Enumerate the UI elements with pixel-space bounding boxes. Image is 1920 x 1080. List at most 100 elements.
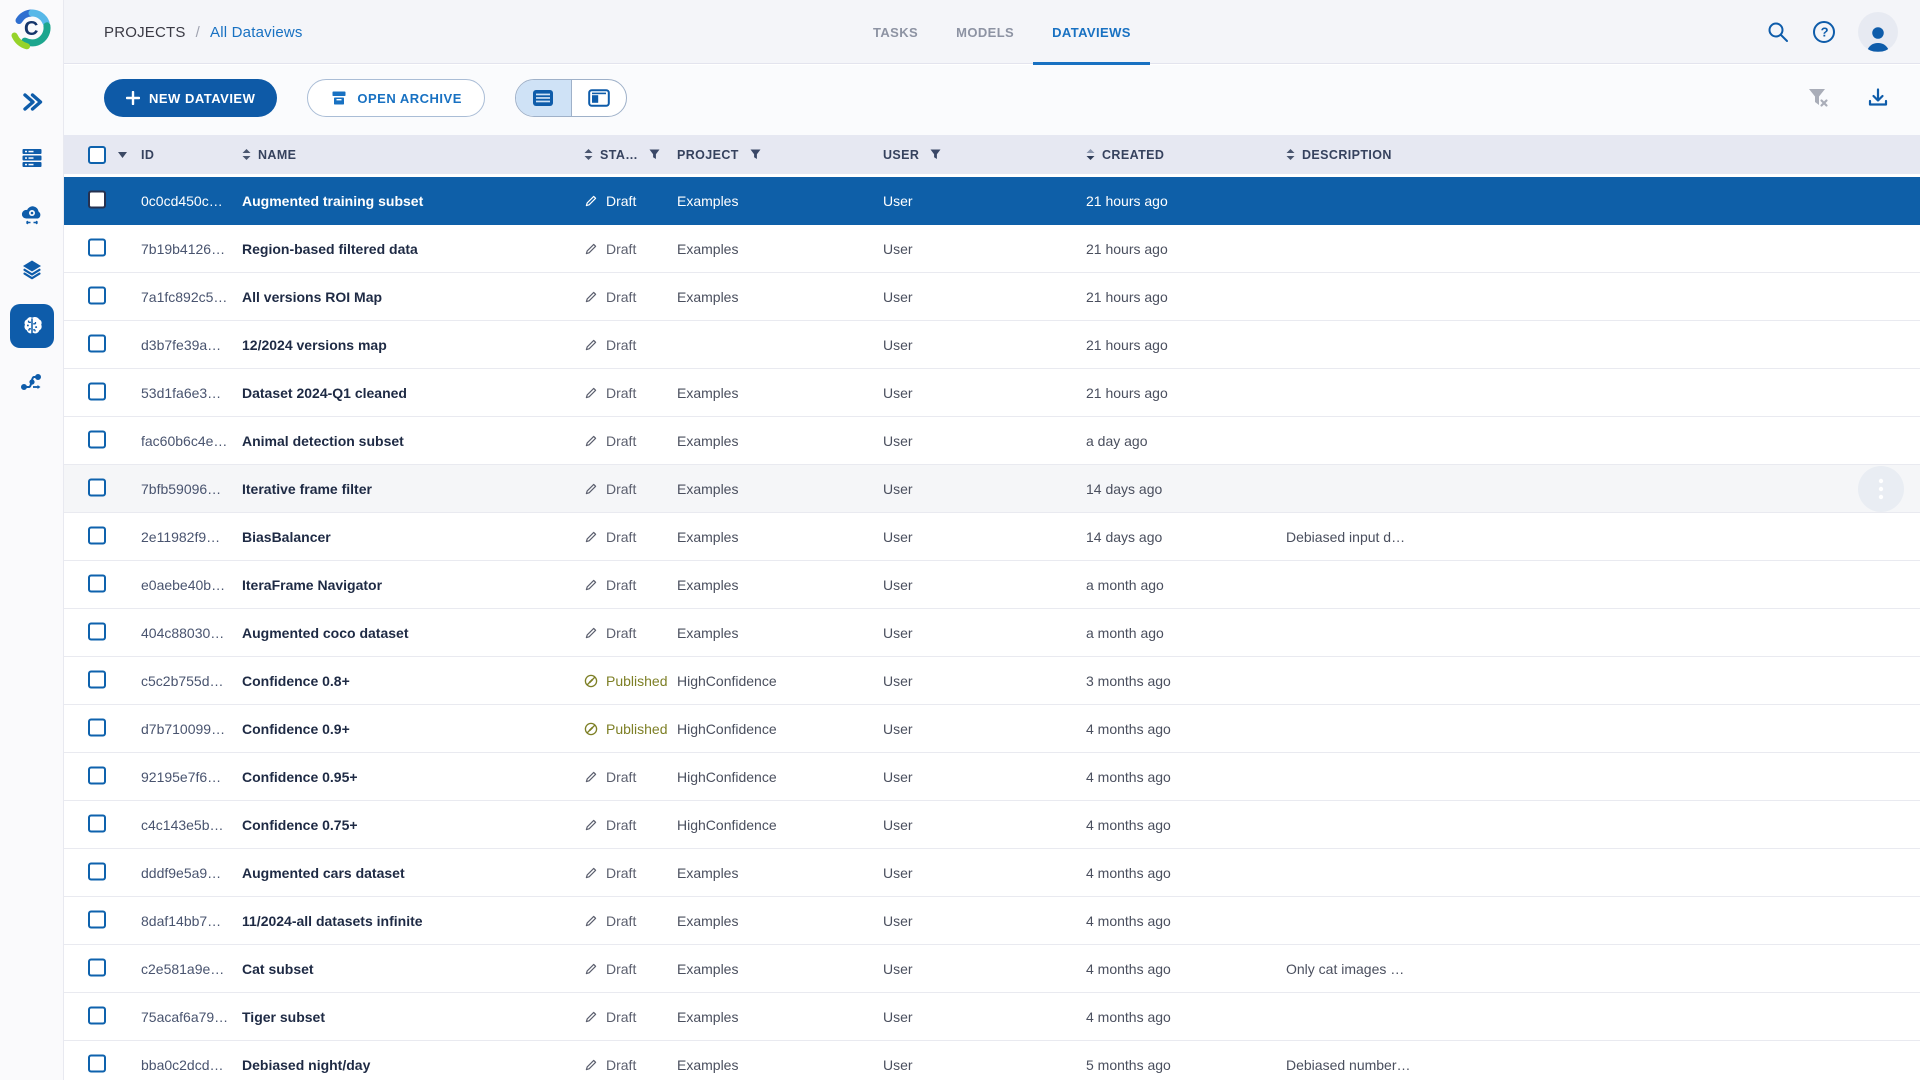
row-checkbox[interactable] [88, 862, 106, 880]
user-avatar[interactable] [1858, 12, 1898, 52]
sidebar-item-expand[interactable] [0, 74, 64, 130]
dataview-name[interactable]: Region-based filtered data [242, 241, 418, 257]
sidebar-item-pipelines[interactable] [0, 354, 64, 410]
table-row[interactable]: 0c0cd450c… Augmented training subset Dra… [64, 177, 1920, 225]
status-badge: Draft [584, 817, 636, 833]
table-view-button[interactable] [516, 80, 571, 116]
dataview-name[interactable]: BiasBalancer [242, 529, 331, 545]
dataview-name[interactable]: Augmented training subset [242, 193, 423, 209]
sidebar-item-workers-queues[interactable] [0, 130, 64, 186]
tab-dataviews[interactable]: DATAVIEWS [1033, 0, 1150, 64]
row-checkbox[interactable] [88, 478, 106, 496]
user-name: User [883, 913, 913, 929]
tab-models[interactable]: MODELS [937, 0, 1033, 64]
breadcrumb: PROJECTS / All Dataviews [104, 0, 303, 64]
dataview-name[interactable]: Augmented coco dataset [242, 625, 408, 641]
row-checkbox[interactable] [88, 910, 106, 928]
dataview-id: 8daf14bb7… [141, 913, 221, 929]
column-header-created[interactable]: CREATED [1086, 135, 1164, 174]
row-checkbox[interactable] [88, 670, 106, 688]
sidebar-item-datasets[interactable] [0, 242, 64, 298]
row-checkbox[interactable] [88, 430, 106, 448]
help-icon[interactable]: ? [1812, 20, 1836, 44]
table-row[interactable]: 7a1fc892c5… All versions ROI Map Draft E… [64, 273, 1920, 321]
dataview-name[interactable]: Augmented cars dataset [242, 865, 405, 881]
dataview-name[interactable]: 11/2024-all datasets infinite [242, 913, 423, 929]
select-all-checkbox[interactable] [88, 146, 106, 164]
table-row[interactable]: 2e11982f9… BiasBalancer Draft Examples U… [64, 513, 1920, 561]
sort-desc-icon [1086, 148, 1095, 161]
table-row[interactable]: 92195e7f6… Confidence 0.95+ Draft HighCo… [64, 753, 1920, 801]
clear-filters-icon[interactable] [1806, 86, 1830, 110]
breadcrumb-projects[interactable]: PROJECTS [104, 24, 186, 41]
new-dataview-button[interactable]: NEW DATAVIEW [104, 79, 277, 117]
user-name: User [883, 529, 913, 545]
table-row[interactable]: c5c2b755d… Confidence 0.8+ Published Hig… [64, 657, 1920, 705]
dataview-name[interactable]: Iterative frame filter [242, 481, 372, 497]
table-row[interactable]: 7b19b4126… Region-based filtered data Dr… [64, 225, 1920, 273]
dataview-name[interactable]: Confidence 0.8+ [242, 673, 350, 689]
column-header-description[interactable]: DESCRIPTION [1286, 135, 1392, 174]
dataview-id: e0aebe40b… [141, 577, 225, 593]
row-menu-button[interactable] [1858, 466, 1904, 512]
column-header-name[interactable]: NAME [242, 135, 296, 174]
row-checkbox[interactable] [88, 238, 106, 256]
row-checkbox[interactable] [88, 334, 106, 352]
table-row[interactable]: d7b710099… Confidence 0.9+ Published Hig… [64, 705, 1920, 753]
table-row[interactable]: e0aebe40b… IteraFrame Navigator Draft Ex… [64, 561, 1920, 609]
row-checkbox[interactable] [88, 718, 106, 736]
project-name: HighConfidence [677, 769, 777, 785]
row-checkbox[interactable] [88, 382, 106, 400]
dataview-name[interactable]: Debiased night/day [242, 1057, 370, 1073]
dataview-name[interactable]: Dataset 2024-Q1 cleaned [242, 385, 407, 401]
table-row[interactable]: c2e581a9e… Cat subset Draft Examples Use… [64, 945, 1920, 993]
dataview-name[interactable]: Confidence 0.9+ [242, 721, 350, 737]
table-row[interactable]: fac60b6c4e… Animal detection subset Draf… [64, 417, 1920, 465]
table-row[interactable]: 75acaf6a79… Tiger subset Draft Examples … [64, 993, 1920, 1041]
table-row[interactable]: d3b7fe39a… 12/2024 versions map Draft Us… [64, 321, 1920, 369]
table-row[interactable]: 404c88030… Augmented coco dataset Draft … [64, 609, 1920, 657]
dataview-id: 7a1fc892c5… [141, 289, 227, 305]
column-header-status[interactable]: STA… [584, 135, 660, 174]
table-row[interactable]: 53d1fa6e3… Dataset 2024-Q1 cleaned Draft… [64, 369, 1920, 417]
user-name: User [883, 289, 913, 305]
row-checkbox[interactable] [88, 526, 106, 544]
row-checkbox[interactable] [88, 574, 106, 592]
column-header-id[interactable]: ID [141, 135, 154, 174]
open-archive-button[interactable]: OPEN ARCHIVE [307, 79, 484, 117]
row-checkbox[interactable] [88, 622, 106, 640]
select-dropdown-caret-icon[interactable] [118, 152, 127, 158]
dataview-name[interactable]: IteraFrame Navigator [242, 577, 382, 593]
table-row[interactable]: 8daf14bb7… 11/2024-all datasets infinite… [64, 897, 1920, 945]
dataview-name[interactable]: 12/2024 versions map [242, 337, 387, 353]
sidebar-item-cloud-apps[interactable] [0, 186, 64, 242]
table-row[interactable]: c4c143e5b… Confidence 0.75+ Draft HighCo… [64, 801, 1920, 849]
draft-pencil-icon [584, 962, 598, 976]
row-checkbox[interactable] [88, 1054, 106, 1072]
dataview-name[interactable]: All versions ROI Map [242, 289, 382, 305]
table-row[interactable]: dddf9e5a9… Augmented cars dataset Draft … [64, 849, 1920, 897]
row-checkbox[interactable] [88, 766, 106, 784]
dataview-name[interactable]: Animal detection subset [242, 433, 404, 449]
sidebar-item-projects[interactable] [0, 298, 64, 354]
dataview-name[interactable]: Cat subset [242, 961, 314, 977]
table-row[interactable]: 7bfb59096… Iterative frame filter Draft … [64, 465, 1920, 513]
dataview-name[interactable]: Confidence 0.75+ [242, 817, 358, 833]
row-checkbox[interactable] [88, 190, 106, 208]
row-checkbox[interactable] [88, 814, 106, 832]
column-header-project[interactable]: PROJECT [677, 135, 761, 174]
breadcrumb-current[interactable]: All Dataviews [210, 24, 303, 41]
column-header-user[interactable]: USER [883, 135, 941, 174]
table-row[interactable]: bba0c2dcd… Debiased night/day Draft Exam… [64, 1041, 1920, 1080]
tab-tasks[interactable]: TASKS [854, 0, 937, 64]
dataview-name[interactable]: Confidence 0.95+ [242, 769, 358, 785]
download-icon[interactable] [1866, 86, 1890, 110]
clearml-logo[interactable]: C [10, 6, 54, 50]
row-checkbox[interactable] [88, 286, 106, 304]
created-time: 4 months ago [1086, 1009, 1171, 1025]
row-checkbox[interactable] [88, 1006, 106, 1024]
dataview-name[interactable]: Tiger subset [242, 1009, 325, 1025]
row-checkbox[interactable] [88, 958, 106, 976]
split-view-button[interactable] [571, 80, 626, 116]
search-icon[interactable] [1766, 20, 1790, 44]
